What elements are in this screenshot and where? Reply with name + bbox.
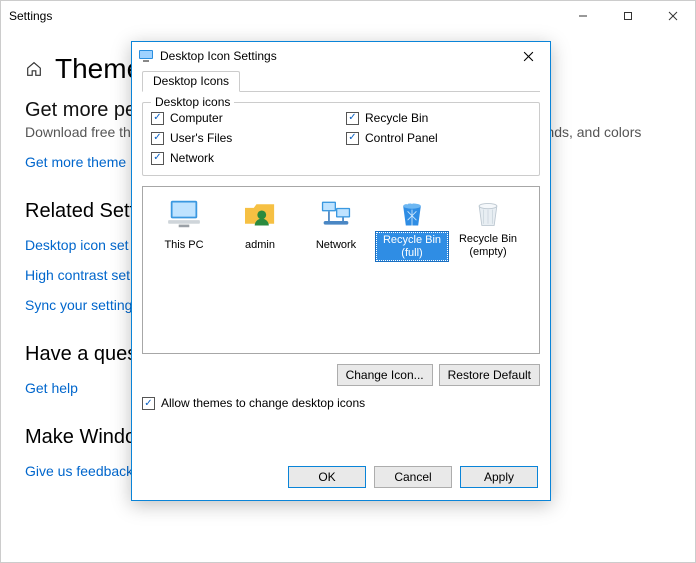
- home-icon[interactable]: [25, 60, 43, 78]
- checkbox-users-files[interactable]: ✓ User's Files: [151, 131, 336, 145]
- check-icon: ✓: [151, 112, 164, 125]
- icon-item-recycle-bin-full[interactable]: Recycle Bin (full): [375, 193, 449, 265]
- icon-item-label: Network: [313, 232, 359, 258]
- icon-item-recycle-bin-empty[interactable]: Recycle Bin (empty): [451, 193, 525, 265]
- recycle-bin-empty-icon: [470, 198, 506, 230]
- checkbox-label: Network: [170, 151, 214, 165]
- dialog-title: Desktop Icon Settings: [160, 49, 508, 63]
- dialog-titlebar: Desktop Icon Settings: [132, 42, 550, 70]
- tab-desktop-icons[interactable]: Desktop Icons: [142, 71, 240, 92]
- user-folder-icon: [242, 198, 278, 230]
- icon-item-label: admin: [242, 232, 278, 258]
- desktop-icons-group-legend: Desktop icons: [151, 95, 234, 109]
- checkbox-network[interactable]: ✓ Network: [151, 151, 336, 165]
- recycle-bin-full-icon: [394, 198, 430, 230]
- desktop-icons-check-grid: ✓ Computer ✓ Recycle Bin ✓ User's Files …: [151, 111, 531, 165]
- restore-default-button[interactable]: Restore Default: [439, 364, 540, 386]
- icon-preview-grid: This PC admin: [147, 193, 535, 265]
- allow-themes-label: Allow themes to change desktop icons: [161, 396, 365, 410]
- settings-titlebar: Settings: [1, 1, 695, 31]
- icon-item-label: Recycle Bin (empty): [452, 232, 524, 259]
- minimize-button[interactable]: [560, 1, 605, 31]
- icon-item-admin[interactable]: admin: [223, 193, 297, 265]
- desktop-icon-settings-dialog: Desktop Icon Settings Desktop Icons Desk…: [131, 41, 551, 501]
- desktop-icon-settings-icon: [138, 48, 154, 64]
- allow-themes-checkbox[interactable]: ✓ Allow themes to change desktop icons: [142, 396, 540, 410]
- dialog-footer: OK Cancel Apply: [132, 456, 550, 500]
- settings-title: Settings: [9, 9, 560, 23]
- icon-action-row: Change Icon... Restore Default: [142, 364, 540, 386]
- check-icon: ✓: [151, 132, 164, 145]
- check-icon: ✓: [151, 152, 164, 165]
- ok-button[interactable]: OK: [288, 466, 366, 488]
- dialog-body: Desktop Icons Desktop icons ✓ Computer ✓…: [132, 70, 550, 456]
- icon-preview-pane: This PC admin: [142, 186, 540, 354]
- dialog-close-button[interactable]: [508, 44, 548, 68]
- checkbox-label: Computer: [170, 111, 223, 125]
- checkbox-computer[interactable]: ✓ Computer: [151, 111, 336, 125]
- computer-icon: [166, 198, 202, 230]
- network-icon: [318, 198, 354, 230]
- apply-button[interactable]: Apply: [460, 466, 538, 488]
- check-icon: ✓: [142, 397, 155, 410]
- icon-item-label: This PC: [161, 232, 206, 258]
- checkbox-control-panel[interactable]: ✓ Control Panel: [346, 131, 531, 145]
- checkbox-label: Control Panel: [365, 131, 438, 145]
- check-icon: ✓: [346, 112, 359, 125]
- icon-item-this-pc[interactable]: This PC: [147, 193, 221, 265]
- desktop-icons-group: Desktop icons ✓ Computer ✓ Recycle Bin ✓…: [142, 102, 540, 176]
- dialog-tabstrip: Desktop Icons: [142, 70, 540, 92]
- check-icon: ✓: [346, 132, 359, 145]
- checkbox-label: User's Files: [170, 131, 232, 145]
- icon-item-label: Recycle Bin (full): [376, 232, 448, 261]
- cancel-button[interactable]: Cancel: [374, 466, 452, 488]
- change-icon-button[interactable]: Change Icon...: [337, 364, 433, 386]
- maximize-button[interactable]: [605, 1, 650, 31]
- icon-item-network[interactable]: Network: [299, 193, 373, 265]
- checkbox-recycle-bin[interactable]: ✓ Recycle Bin: [346, 111, 531, 125]
- checkbox-label: Recycle Bin: [365, 111, 428, 125]
- close-button[interactable]: [650, 1, 695, 31]
